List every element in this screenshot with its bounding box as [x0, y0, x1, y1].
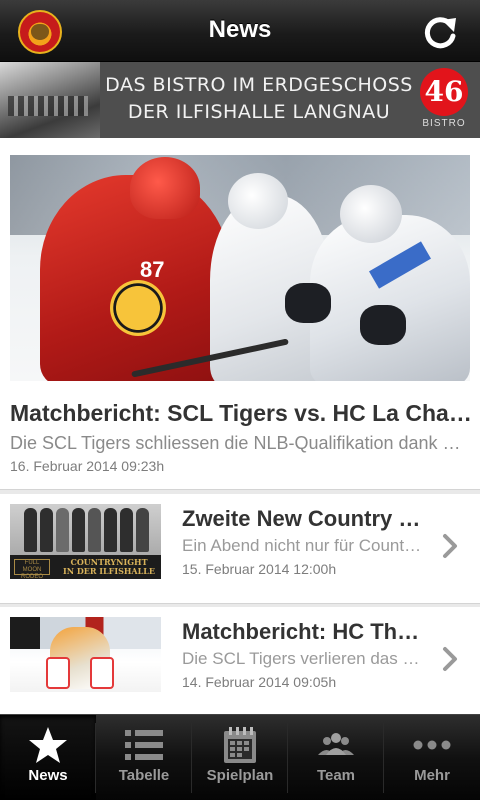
player-white-jersey-2 — [310, 215, 470, 381]
jersey-stripe — [369, 241, 431, 289]
person — [136, 508, 149, 552]
featured-article[interactable]: 87 Matchbericht: SCL Tigers vs. HC La Ch… — [0, 138, 480, 490]
chevron-right-icon — [443, 534, 457, 558]
scl-tigers-logo-icon[interactable] — [18, 10, 62, 54]
news-list[interactable]: 87 Matchbericht: SCL Tigers vs. HC La Ch… — [0, 138, 480, 714]
player-red-helmet — [130, 157, 200, 219]
team-icon — [318, 733, 354, 755]
article-date: 15. Februar 2014 12:00h — [182, 561, 337, 577]
article-date: 16. Februar 2014 09:23h — [10, 458, 165, 474]
tab-label: News — [28, 767, 68, 784]
bistro-logo-label: BISTRO — [422, 118, 466, 129]
tab-news[interactable]: News — [0, 715, 96, 800]
jersey-number: 87 — [140, 257, 165, 282]
tab-spielplan[interactable]: Spielplan — [192, 715, 288, 800]
star-icon — [29, 727, 67, 763]
featured-article-image: 87 — [10, 155, 470, 381]
person — [40, 508, 53, 552]
person — [88, 508, 101, 552]
person — [120, 508, 133, 552]
banner-line-2: DER ILFISHALLE LANGNAU — [127, 101, 391, 123]
calendar-icon — [224, 727, 256, 763]
article-description: Die SCL Tigers schliessen die NLB-Qualif… — [10, 433, 470, 453]
tab-label: Team — [316, 767, 356, 784]
tab-team[interactable]: Team — [288, 715, 384, 800]
player-white-helmet-2 — [340, 185, 402, 243]
banner-text: DAS BISTRO IM ERDGESCHOSS DER ILFISHALLE… — [104, 72, 414, 126]
article-thumbnail — [10, 617, 161, 692]
glove — [285, 283, 331, 323]
article-description: Ein Abend nicht nur für Country-Fans — [182, 536, 424, 555]
tab-tabelle[interactable]: Tabelle — [96, 715, 192, 800]
goalie-pad — [90, 657, 114, 689]
more-icon — [413, 740, 451, 750]
jersey-crest — [110, 280, 166, 336]
bistro-46-logo: 46 — [420, 68, 468, 116]
chevron-right-icon — [443, 647, 457, 671]
person — [24, 508, 37, 552]
article-title: Zweite New Country Night — [182, 506, 422, 531]
tab-label: Tabelle — [118, 767, 170, 784]
list-item[interactable]: Matchbericht: HC Thurgau vs. SCL Tigers … — [0, 607, 480, 714]
full-moon-rodeo-logo: FULL MOON RODEO — [14, 559, 50, 579]
goalie-pad — [46, 657, 70, 689]
bistro-ad-banner[interactable]: DAS BISTRO IM ERDGESCHOSS DER ILFISHALLE… — [0, 62, 480, 138]
top-bar: News — [0, 0, 480, 62]
article-title: Matchbericht: HC Thurgau vs. SCL Tigers — [182, 619, 422, 644]
article-description: Die SCL Tigers verlieren das Spiel — [182, 649, 424, 668]
page-title: News — [208, 16, 272, 43]
thumbnail-caption-line-2: IN DER ILFISHALLE — [63, 566, 155, 576]
tab-label: Mehr — [414, 767, 450, 784]
tab-label: Spielplan — [206, 767, 274, 784]
refresh-icon[interactable] — [420, 12, 460, 52]
list-item[interactable]: FULL MOON RODEO COUNTRYNIGHT IN DER ILFI… — [0, 494, 480, 604]
person — [56, 508, 69, 552]
article-thumbnail: FULL MOON RODEO COUNTRYNIGHT IN DER ILFI… — [10, 504, 161, 579]
player-white-helmet-1 — [228, 173, 288, 229]
glove — [360, 305, 406, 345]
bottom-tab-bar: News Tabelle Spielplan Team Mehr — [0, 714, 480, 800]
tab-mehr[interactable]: Mehr — [384, 715, 480, 800]
person — [72, 508, 85, 552]
banner-line-1: DAS BISTRO IM ERDGESCHOSS — [105, 74, 413, 96]
person — [104, 508, 117, 552]
article-title: Matchbericht: SCL Tigers vs. HC La Chaux… — [10, 400, 472, 426]
list-icon — [125, 730, 163, 760]
bistro-photo — [0, 62, 100, 138]
article-date: 14. Februar 2014 09:05h — [182, 674, 337, 690]
thumbnail-caption: COUNTRYNIGHT IN DER ILFISHALLE — [63, 558, 155, 576]
